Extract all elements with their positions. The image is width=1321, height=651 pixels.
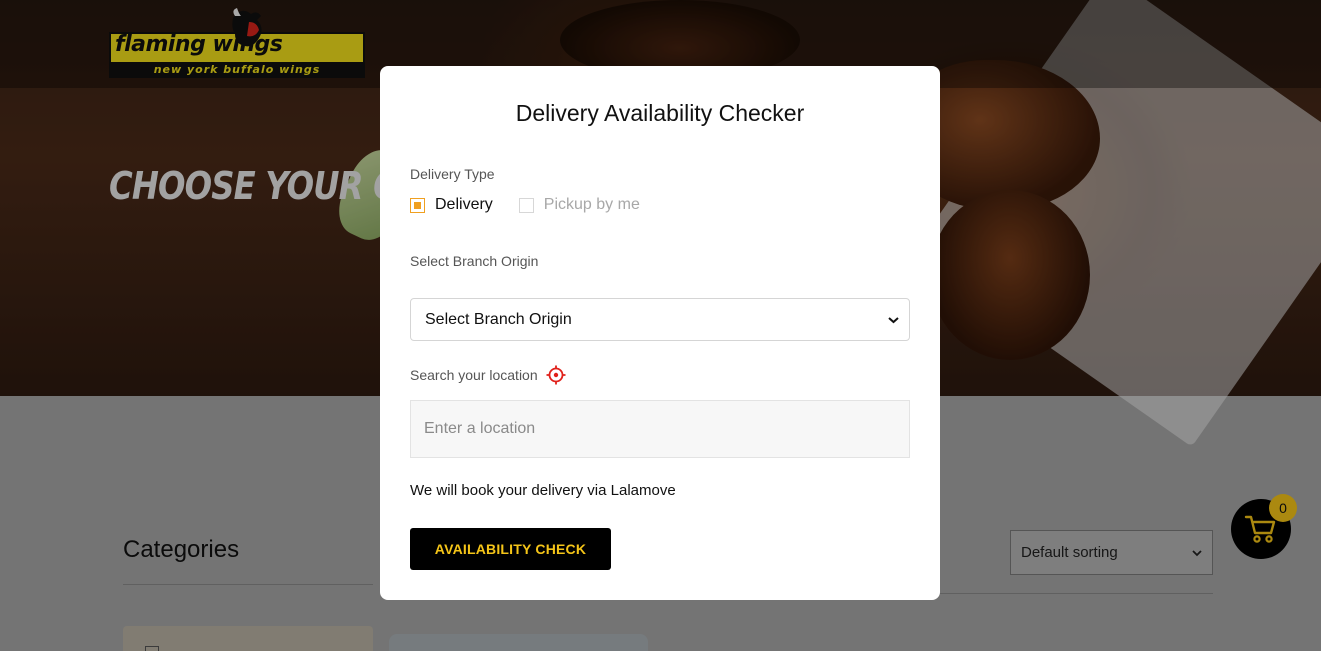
delivery-note: We will book your delivery via Lalamove [410,482,676,499]
delivery-option-label[interactable]: Delivery [435,196,493,214]
availability-check-button[interactable]: AVAILABILITY CHECK [410,528,611,570]
modal-title: Delivery Availability Checker [515,100,805,126]
delivery-type-label: Delivery Type [410,166,495,182]
location-label: Search your location [410,367,538,383]
location-label-row: Search your location [410,365,566,385]
pickup-checkbox[interactable] [518,197,534,213]
delivery-checkbox[interactable] [410,197,425,213]
chevron-down-icon [888,316,899,323]
branch-origin-select[interactable]: Select Branch Origin [410,298,910,341]
locate-crosshair-icon[interactable] [546,365,566,385]
delivery-checker-modal: Delivery Availability Checker Delivery T… [380,66,940,600]
delivery-type-options: Delivery Pickup by me [410,196,666,214]
pickup-option-label[interactable]: Pickup by me [544,196,640,214]
branch-origin-label: Select Branch Origin [410,253,539,269]
branch-origin-value: Select Branch Origin [425,310,572,328]
location-search-input[interactable] [410,400,910,458]
